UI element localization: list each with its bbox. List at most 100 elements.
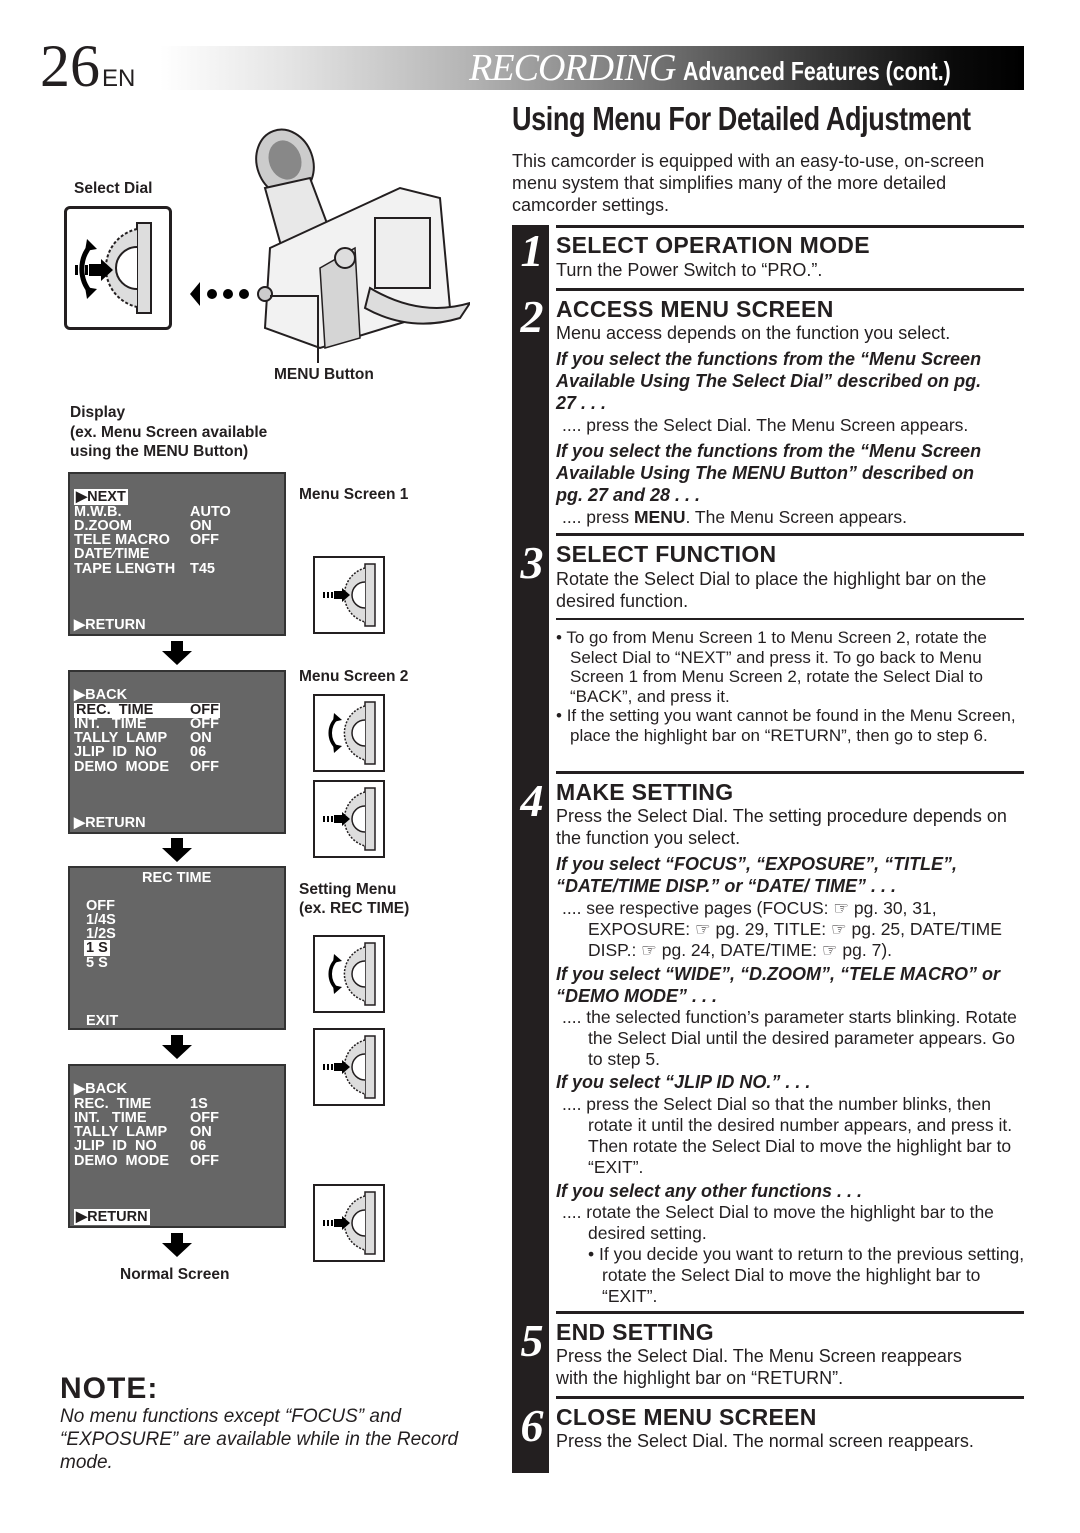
setting-menu-screen: REC TIME OFF 1/4S 1/2S 1 S 5 S EXIT [68, 866, 286, 1030]
step-2-case-2-condition: If you select the functions from the “Me… [556, 441, 982, 505]
result-suffix: . The Menu Screen appears. [685, 507, 907, 527]
dial-rotate-diagram [313, 935, 385, 1013]
step-2-text: Menu access depends on the function you … [556, 323, 951, 343]
select-dial-icon [75, 222, 152, 314]
down-arrow-icon [162, 641, 192, 665]
menu2b-row-value: OFF [190, 1153, 219, 1169]
step-3-number: 3 [520, 537, 544, 588]
display-sublabel-2: using the MENU Button) [70, 443, 249, 460]
menu2-row-label: DEMO MODE [74, 759, 170, 775]
menu-screen-2: ▶BACK REC. TIME OFF INT. TIME OFF TALLY LA… [68, 670, 286, 834]
step-6-number: 6 [520, 1400, 544, 1451]
page-number-value: 26 [40, 33, 100, 99]
menu2b-row: DEMO MODE OFF [74, 1153, 219, 1169]
divider [556, 288, 1024, 291]
step-2-case-1-result: .... press the Select Dial. The Menu Scr… [562, 415, 969, 435]
steps-sidebar-bar [512, 225, 549, 1473]
menu-screen-2-updated: ▶BACK REC. TIME 1S INT. TIME OFF TALLY LAM… [68, 1064, 286, 1228]
step-5-number: 5 [520, 1315, 544, 1366]
step-3-heading: SELECT FUNCTION [556, 541, 777, 567]
menu2-return: ▶RETURN [74, 815, 146, 831]
dial-press-icon [323, 1191, 376, 1255]
step-1-text: Turn the Power Switch to “PRO.”. [556, 260, 823, 280]
step-4-case-1-result: .... see respective pages (FOCUS: ☞ pg. … [562, 898, 1002, 960]
bullet-text: If you decide you want to return to the … [599, 1244, 1025, 1306]
step-5-heading: END SETTING [556, 1319, 714, 1345]
setting-menu-label: Setting Menu [299, 881, 397, 898]
select-dial-diagram [64, 206, 172, 330]
step-1-heading: SELECT OPERATION MODE [556, 232, 870, 258]
menu2b-row-value: 06 [190, 1138, 207, 1154]
divider [556, 1311, 1024, 1314]
bullet-text: To go from Menu Screen 1 to Menu Screen … [566, 628, 987, 706]
setting-option-selected: 1 S [84, 940, 110, 956]
dial-press-icon [323, 787, 376, 851]
dial-press-diagram [313, 556, 385, 634]
step-4-case-4-subbullet: • If you decide you want to return to th… [588, 1244, 1025, 1306]
menu1-row-label: TAPE LENGTH [74, 561, 176, 577]
menu2-row-value: OFF [190, 759, 219, 775]
menu-screen-1-label: Menu Screen 1 [299, 486, 409, 503]
menu2-row-label: JLIP ID NO [74, 744, 157, 760]
section-title: RECORDING Advanced Features (cont.) [469, 46, 1010, 90]
menu2b-return-highlight: ▶RETURN [74, 1209, 150, 1225]
setting-exit: EXIT [86, 1013, 119, 1029]
menu1-row: TAPE LENGTH T45 [74, 561, 215, 577]
step-4-case-3-result: .... press the Select Dial so that the n… [562, 1094, 1013, 1177]
divider [556, 618, 1024, 620]
step-4-case-4-result: .... rotate the Select Dial to move the … [562, 1202, 994, 1243]
dial-press-icon [323, 563, 376, 627]
down-arrow-icon [162, 1035, 192, 1059]
step-6-heading: CLOSE MENU SCREEN [556, 1404, 817, 1430]
dial-rotate-diagram [313, 694, 385, 772]
step-4-case-2-result: .... the selected function’s parameter s… [562, 1007, 1017, 1069]
divider [556, 1396, 1024, 1399]
normal-screen-label: Normal Screen [120, 1266, 230, 1283]
menu2-row-value: 06 [190, 744, 207, 760]
bullet-text: If the setting you want cannot be found … [566, 706, 1016, 745]
step-4-case-4-condition: If you select any other functions . . . [556, 1181, 863, 1201]
camcorder-illustration [170, 108, 473, 368]
menu2-row: DEMO MODE OFF [74, 759, 219, 775]
note-heading: NOTE: [60, 1372, 159, 1405]
menu-screen-2-label: Menu Screen 2 [299, 668, 409, 685]
setting-menu-title: REC TIME [142, 870, 212, 886]
menu1-return: ▶RETURN [74, 617, 146, 633]
display-label: Display [70, 404, 126, 421]
menu2-row-back: ▶BACK [74, 687, 128, 703]
menu2b-row-label: JLIP ID NO [74, 1138, 157, 1154]
language-code: EN [102, 65, 136, 92]
step-4-case-2-condition: If you select “WIDE”, “D.ZOOM”, “TELE MA… [556, 964, 1001, 1006]
menu-screen-1: ▶NEXT M.W.B. AUTO D.ZOOM ON TELE MACRO OFF … [68, 472, 286, 636]
step-2-number: 2 [520, 291, 544, 342]
menu-button-label: MENU Button [274, 366, 374, 383]
step-3-bullet-1: • To go from Menu Screen 1 to Menu Scree… [556, 628, 987, 706]
subsection-name: Advanced Features (cont.) [683, 56, 952, 86]
menu1-row-value: OFF [190, 532, 219, 548]
menu2b-row-back: ▶BACK [74, 1081, 128, 1097]
select-dial-label: Select Dial [74, 180, 153, 197]
result-prefix: .... press [562, 507, 634, 527]
menu2b-row-label: DEMO MODE [74, 1153, 170, 1169]
dial-press-diagram [313, 1184, 385, 1262]
menu2-row: JLIP ID NO 06 [74, 744, 206, 760]
step-1-number: 1 [520, 225, 544, 276]
step-2-case-2-result: .... press MENU. The Menu Screen appears… [562, 507, 1022, 528]
step-3-text: Rotate the Select Dial to place the high… [556, 569, 987, 611]
menu1-row: DATE⁄TIME [74, 547, 149, 562]
menu1-row-label: DATE⁄TIME [74, 546, 150, 562]
dial-rotate-icon [328, 942, 376, 1006]
page-number: 26EN [40, 36, 135, 109]
divider [556, 533, 1024, 536]
dial-rotate-icon [328, 701, 376, 765]
dial-press-icon [323, 1035, 376, 1099]
menu1-row-value: T45 [190, 561, 215, 577]
step-2-heading: ACCESS MENU SCREEN [556, 296, 834, 322]
step-4-case-1-condition: If you select “FOCUS”, “EXPOSURE”, “TITL… [556, 854, 958, 896]
menu1-row-next: ▶NEXT [74, 489, 128, 505]
menu-keyword: MENU [633, 507, 686, 527]
dial-press-diagram [313, 780, 385, 858]
step-4-case-3-condition: If you select “JLIP ID NO.” . . . [556, 1072, 811, 1092]
page-title: Using Menu For Detailed Adjustment [512, 100, 971, 137]
setting-option: 5 S [86, 955, 108, 971]
